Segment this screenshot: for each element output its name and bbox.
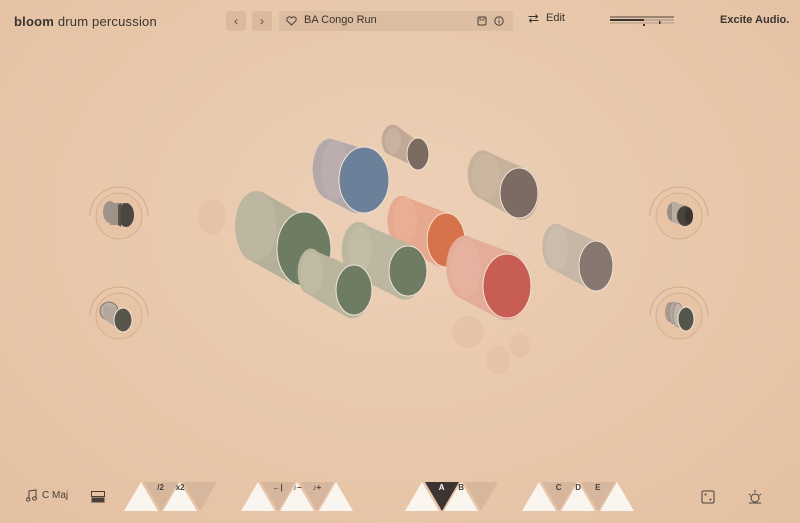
drum-right[interactable] — [542, 223, 614, 292]
layout-toggle-button[interactable] — [90, 490, 106, 504]
layout-icon — [91, 491, 105, 503]
drum-scene — [198, 124, 614, 374]
pattern-slot-button[interactable] — [319, 481, 354, 511]
pattern-slot-button[interactable] — [463, 481, 498, 511]
drum-blue[interactable] — [312, 138, 390, 214]
side-instrument-top-left[interactable] — [86, 183, 152, 249]
sun-gear-icon — [748, 490, 762, 504]
scale-label: C Maj — [42, 490, 69, 501]
pattern-slot-button[interactable] — [182, 481, 217, 511]
side-instrument-bottom-left[interactable] — [86, 283, 152, 349]
randomize-button[interactable] — [700, 489, 716, 505]
scale-selector[interactable]: C Maj — [26, 489, 68, 502]
side-instrument-top-right[interactable] — [646, 183, 712, 249]
pattern-slot-button[interactable] — [600, 481, 635, 511]
dice-icon — [701, 490, 715, 504]
drum-top-small[interactable] — [381, 124, 430, 171]
drum-top-right[interactable] — [467, 150, 539, 220]
settings-button[interactable] — [746, 488, 764, 506]
bloom-plugin-window: bloom drum percussion ‹ › BA Congo Run E… — [0, 0, 800, 523]
music-note-icon — [26, 489, 37, 502]
drum-red[interactable] — [446, 235, 532, 321]
side-instrument-bottom-right[interactable] — [646, 283, 712, 349]
